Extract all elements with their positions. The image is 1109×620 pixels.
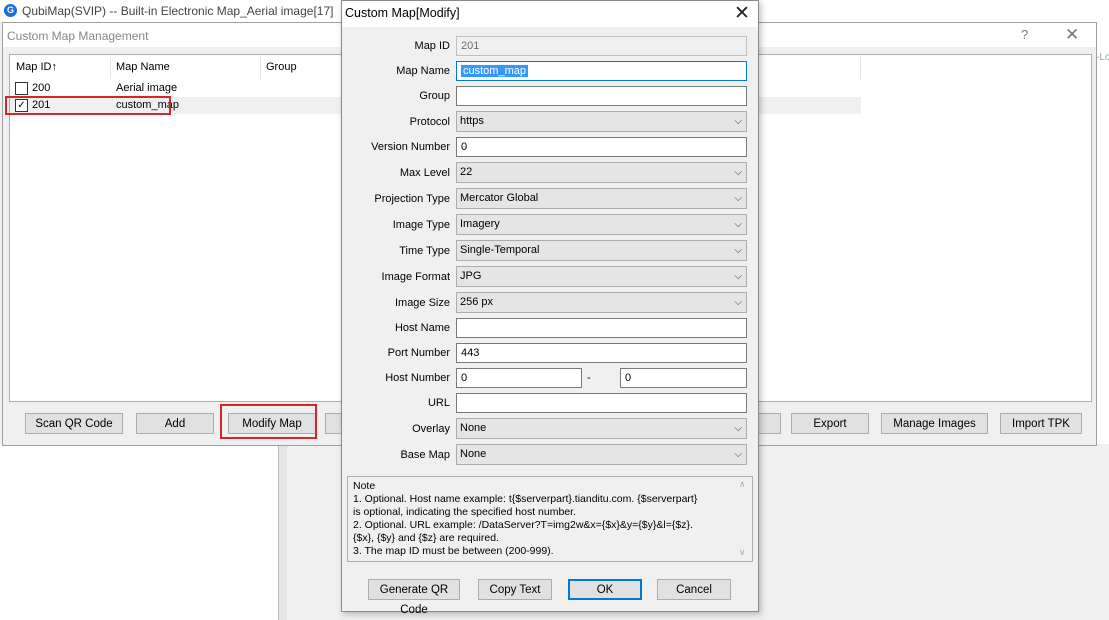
url-label: URL — [427, 397, 450, 409]
protocol-select[interactable]: https ⌵ — [456, 111, 747, 132]
host-name-label: Host Name — [394, 322, 450, 334]
app-title: QubiMap(SVIP) -- Built-in Electronic Map… — [22, 4, 334, 18]
host-number-to-field[interactable]: 0 — [620, 368, 747, 388]
chevron-down-icon: ⌵ — [734, 271, 742, 282]
column-header-group[interactable]: Group — [266, 61, 297, 73]
image-type-value: Imagery — [460, 218, 500, 230]
image-format-select[interactable]: JPG ⌵ — [456, 266, 747, 287]
note-line: is optional, indicating the specified ho… — [353, 506, 576, 518]
protocol-label: Protocol — [409, 116, 450, 128]
chevron-down-icon: ⌵ — [734, 193, 742, 204]
group-field[interactable] — [456, 86, 747, 106]
background-tree-panel — [0, 444, 281, 620]
note-line: {$x}, {$y} and {$z} are required. — [353, 532, 499, 544]
ok-button[interactable]: OK — [568, 579, 642, 600]
column-header-map-name[interactable]: Map Name — [116, 61, 170, 73]
background-panel-right: -Lo — [1096, 22, 1109, 444]
dialog-title: Custom Map[Modify] — [345, 6, 460, 20]
row-checkbox[interactable] — [15, 82, 28, 95]
cancel-button[interactable]: Cancel — [657, 579, 731, 600]
projection-type-label: Projection Type — [374, 193, 450, 205]
overlay-label: Overlay — [412, 423, 450, 435]
help-icon[interactable]: ? — [1021, 27, 1028, 42]
overlay-value: None — [460, 422, 487, 434]
url-field[interactable] — [456, 393, 747, 413]
time-type-label: Time Type — [399, 245, 450, 257]
chevron-down-icon: ⌵ — [734, 245, 742, 256]
map-id-field: 201 — [456, 36, 747, 56]
import-tpk-button[interactable]: Import TPK — [1000, 413, 1082, 434]
row-map-name: Aerial image — [116, 82, 178, 94]
image-size-label: Image Size — [394, 297, 450, 309]
column-header-map-id[interactable]: Map ID↑ — [16, 61, 57, 73]
chevron-down-icon: ⌵ — [734, 423, 742, 434]
host-number-from-field[interactable]: 0 — [456, 368, 582, 388]
custom-map-modify-dialog: Custom Map[Modify] ✕ Map ID 201 Map Name… — [341, 0, 759, 616]
column-divider[interactable] — [110, 57, 111, 79]
add-button[interactable]: Add — [136, 413, 214, 434]
image-format-label: Image Format — [381, 271, 450, 283]
scroll-up-icon[interactable]: ∧ — [739, 479, 746, 490]
host-name-field[interactable] — [456, 318, 747, 338]
row-highlight-annotation — [5, 96, 171, 115]
scroll-down-icon[interactable]: ∨ — [739, 547, 746, 558]
background-splitter[interactable] — [278, 444, 287, 620]
max-level-select[interactable]: 22 ⌵ — [456, 162, 747, 183]
note-line: 2. Optional. URL example: /DataServer?T=… — [353, 519, 693, 531]
image-type-label: Image Type — [392, 219, 450, 231]
copy-text-button[interactable]: Copy Text — [478, 579, 552, 600]
background-text: -Lo — [1096, 52, 1109, 63]
base-map-value: None — [460, 448, 487, 460]
management-title: Custom Map Management — [7, 29, 149, 43]
note-line: Note — [353, 480, 376, 492]
note-scrollbar[interactable]: ∧ ∨ — [737, 479, 750, 559]
max-level-label: Max Level — [399, 167, 450, 179]
projection-type-select[interactable]: Mercator Global ⌵ — [456, 188, 747, 209]
modify-button-highlight-annotation — [220, 404, 317, 439]
map-id-label: Map ID — [414, 40, 450, 52]
image-size-value: 256 px — [460, 296, 494, 308]
version-number-label: Version Number — [371, 141, 450, 153]
dialog-title-bar: Custom Map[Modify] ✕ — [342, 1, 758, 27]
image-format-value: JPG — [460, 270, 482, 282]
overlay-select[interactable]: None ⌵ — [456, 418, 747, 439]
scan-qr-code-button[interactable]: Scan QR Code — [25, 413, 123, 434]
time-type-value: Single-Temporal — [460, 244, 540, 256]
column-divider[interactable] — [260, 57, 261, 79]
chevron-down-icon: ⌵ — [734, 449, 742, 460]
projection-type-value: Mercator Global — [460, 192, 539, 204]
column-divider[interactable] — [860, 57, 861, 79]
note-textbox[interactable]: Note 1. Optional. Host name example: t{$… — [347, 476, 753, 562]
close-icon[interactable]: ✕ — [1065, 25, 1079, 45]
host-number-label: Host Number — [385, 372, 450, 384]
protocol-value: https — [460, 115, 484, 127]
map-name-selected-text: custom_map — [461, 65, 528, 77]
base-map-label: Base Map — [400, 449, 450, 461]
export-button[interactable]: Export — [791, 413, 869, 434]
manage-images-button[interactable]: Manage Images — [881, 413, 988, 434]
group-label: Group — [419, 90, 450, 102]
port-number-field[interactable]: 443 — [456, 343, 747, 363]
map-name-label: Map Name — [396, 65, 450, 77]
host-number-separator: - — [587, 372, 591, 384]
note-line: 1. Optional. Host name example: t{$serve… — [353, 493, 698, 505]
row-map-id: 200 — [32, 82, 51, 94]
generate-qr-code-button[interactable]: Generate QR Code — [368, 579, 460, 616]
chevron-down-icon: ⌵ — [734, 116, 742, 127]
chevron-down-icon: ⌵ — [734, 219, 742, 230]
port-number-label: Port Number — [387, 347, 450, 359]
base-map-select[interactable]: None ⌵ — [456, 444, 747, 465]
close-icon[interactable]: ✕ — [734, 2, 750, 25]
version-number-field[interactable]: 0 — [456, 137, 747, 157]
max-level-value: 22 — [460, 166, 473, 178]
time-type-select[interactable]: Single-Temporal ⌵ — [456, 240, 747, 261]
image-size-select[interactable]: 256 px ⌵ — [456, 292, 747, 313]
note-line: 3. The map ID must be between (200-999). — [353, 545, 554, 557]
image-type-select[interactable]: Imagery ⌵ — [456, 214, 747, 235]
chevron-down-icon: ⌵ — [734, 167, 742, 178]
app-logo-icon: G — [4, 4, 17, 17]
map-name-field[interactable]: custom_map — [456, 61, 747, 81]
chevron-down-icon: ⌵ — [734, 297, 742, 308]
